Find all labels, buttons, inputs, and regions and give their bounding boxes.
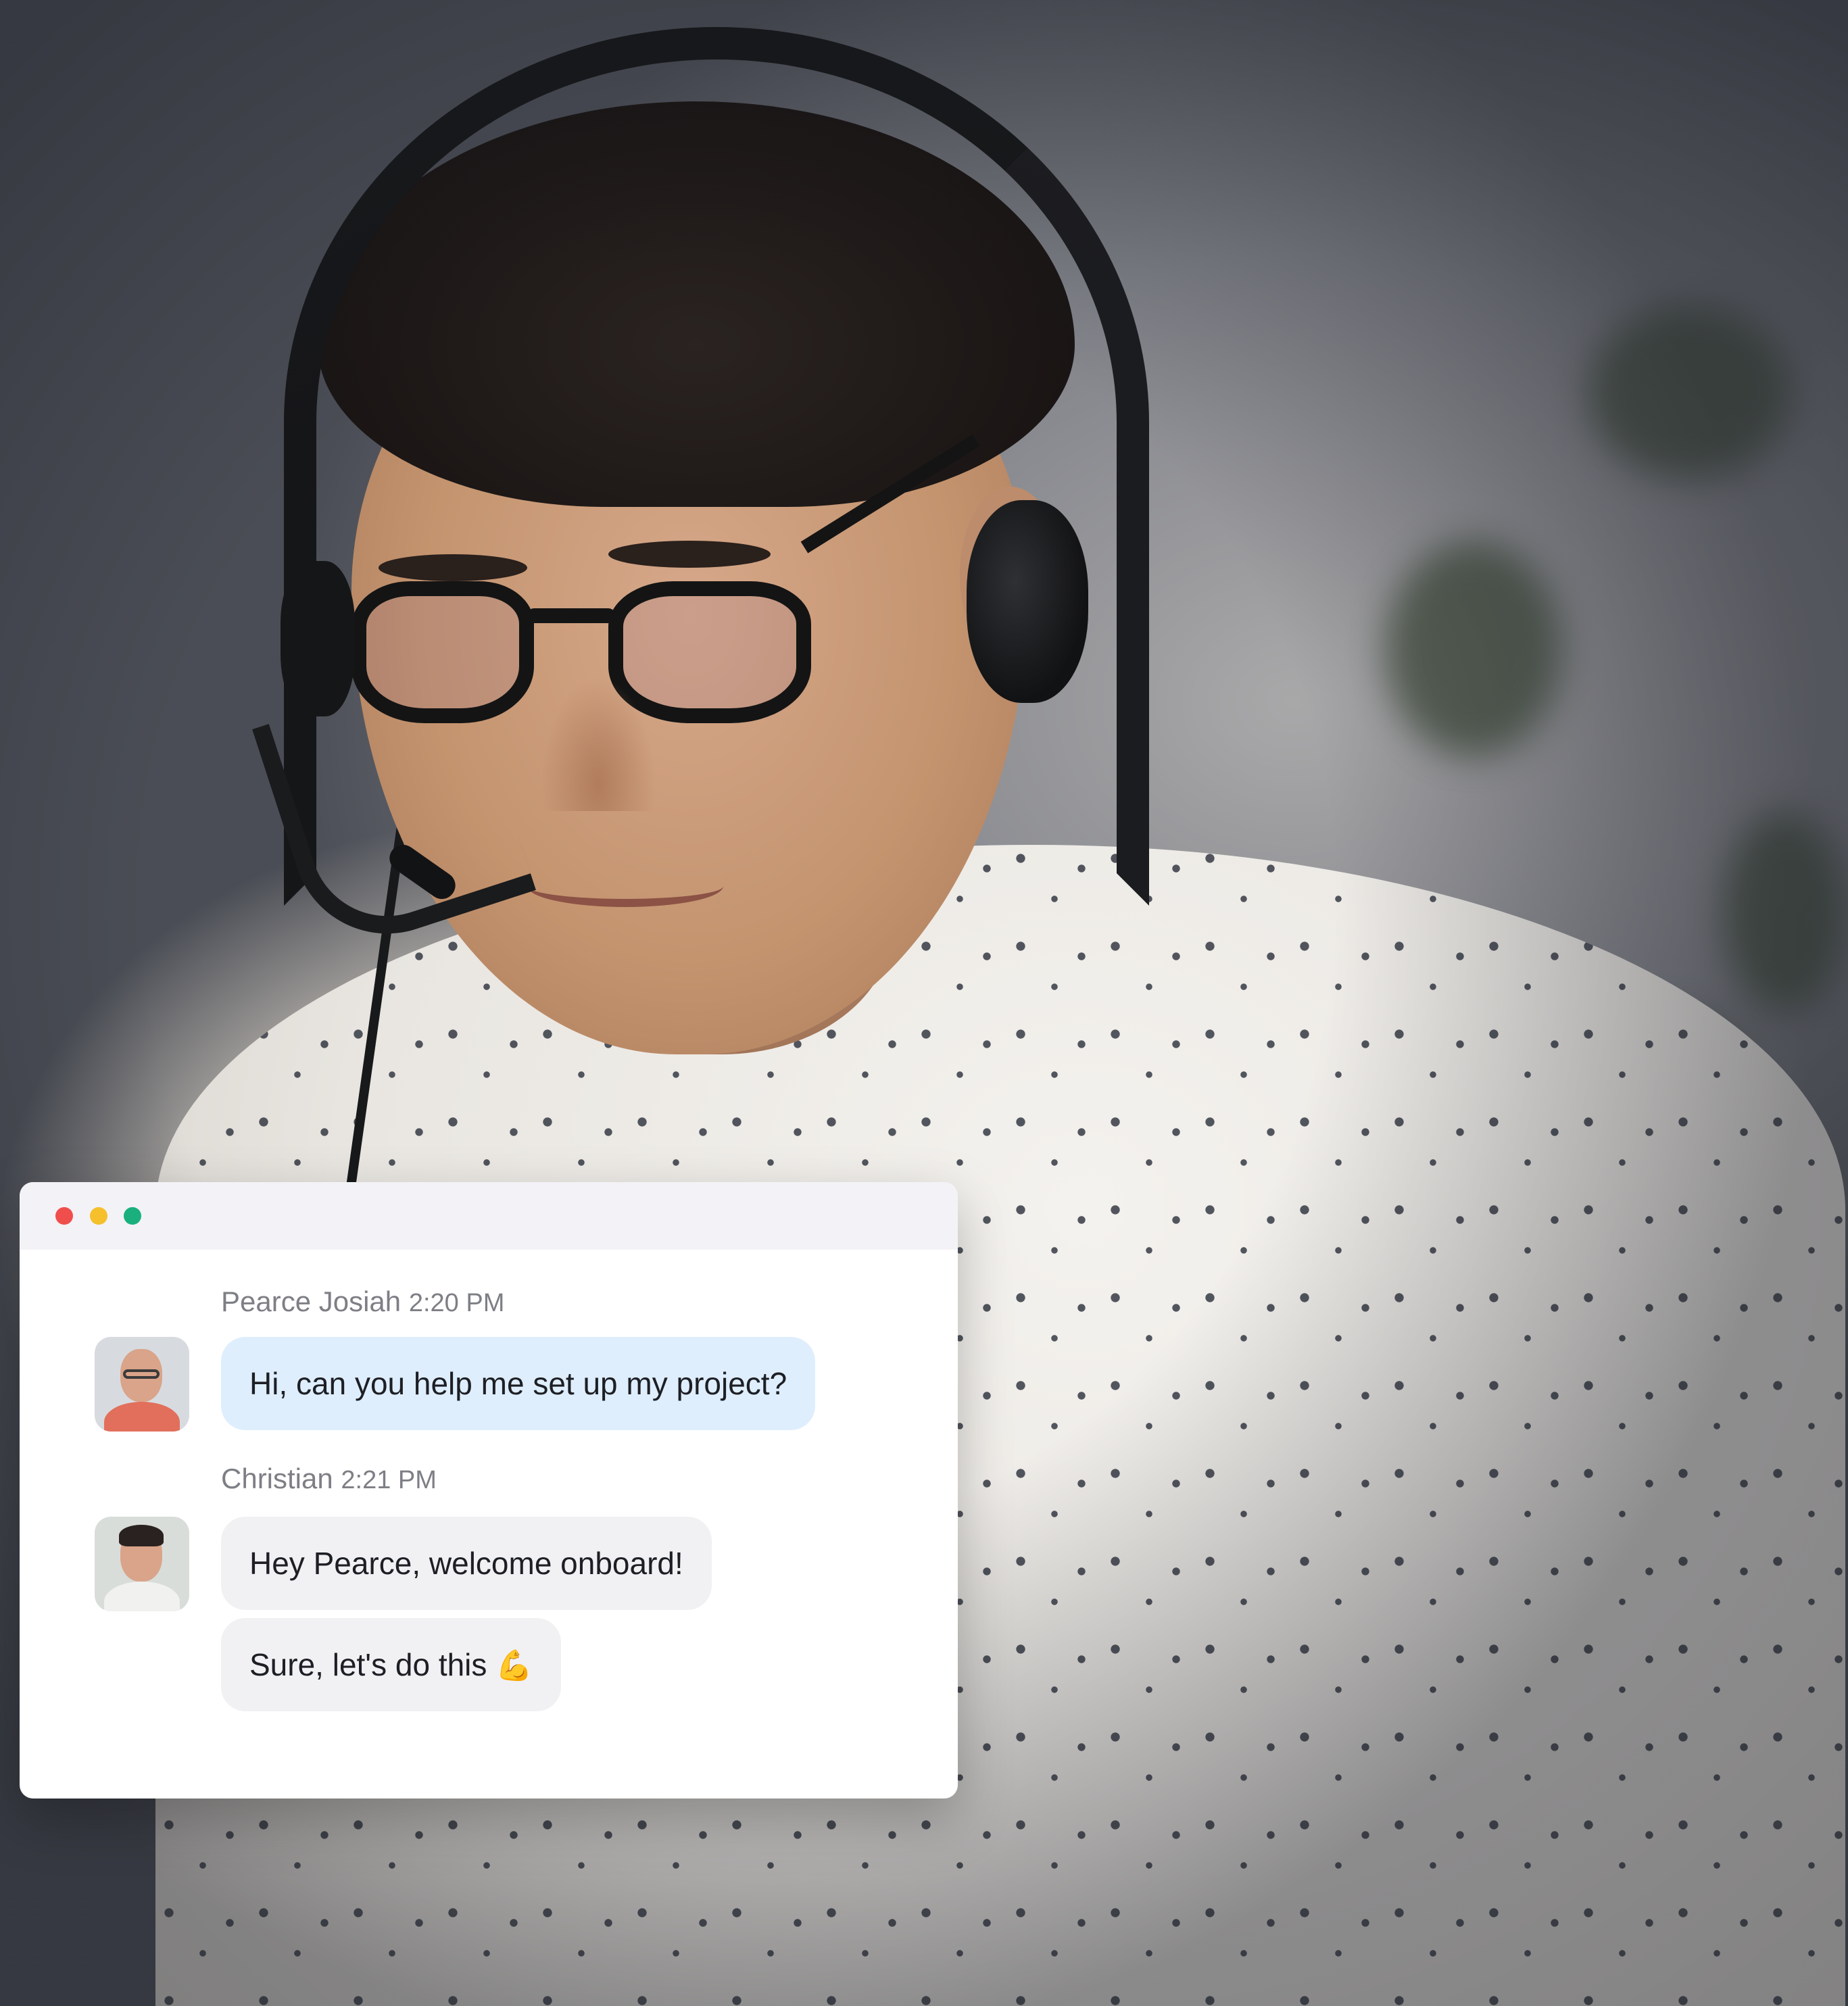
- message-sender-line: Christian 2:21 PM: [221, 1463, 437, 1495]
- sender-name: Pearce Josiah: [221, 1286, 402, 1317]
- avatar-glasses: [123, 1369, 160, 1379]
- message-bubble-reply: Hey Pearce, welcome onboard!: [221, 1517, 712, 1610]
- avatar-pearce[interactable]: [95, 1337, 189, 1432]
- chat-window: Pearce Josiah 2:20 PM Hi, can you help m…: [20, 1182, 958, 1799]
- avatar-body: [104, 1582, 180, 1611]
- avatar-body: [104, 1402, 180, 1432]
- message-text: Sure, let's do this: [249, 1647, 487, 1682]
- message-bubble-reply: Sure, let's do this 💪: [221, 1618, 561, 1711]
- window-minimize-button[interactable]: [90, 1207, 107, 1225]
- window-close-button[interactable]: [55, 1207, 73, 1225]
- window-maximize-button[interactable]: [124, 1207, 141, 1225]
- window-titlebar: [20, 1182, 958, 1250]
- sender-name: Christian: [221, 1463, 333, 1494]
- avatar-christian[interactable]: [95, 1517, 189, 1611]
- message-time: 2:20 PM: [408, 1289, 505, 1317]
- message-time: 2:21 PM: [341, 1466, 437, 1494]
- message-bubble-incoming: Hi, can you help me set up my project?: [221, 1337, 816, 1430]
- flexed-biceps-icon: 💪: [495, 1649, 533, 1682]
- avatar-hair: [119, 1525, 164, 1546]
- message-sender-line: Pearce Josiah 2:20 PM: [221, 1286, 504, 1318]
